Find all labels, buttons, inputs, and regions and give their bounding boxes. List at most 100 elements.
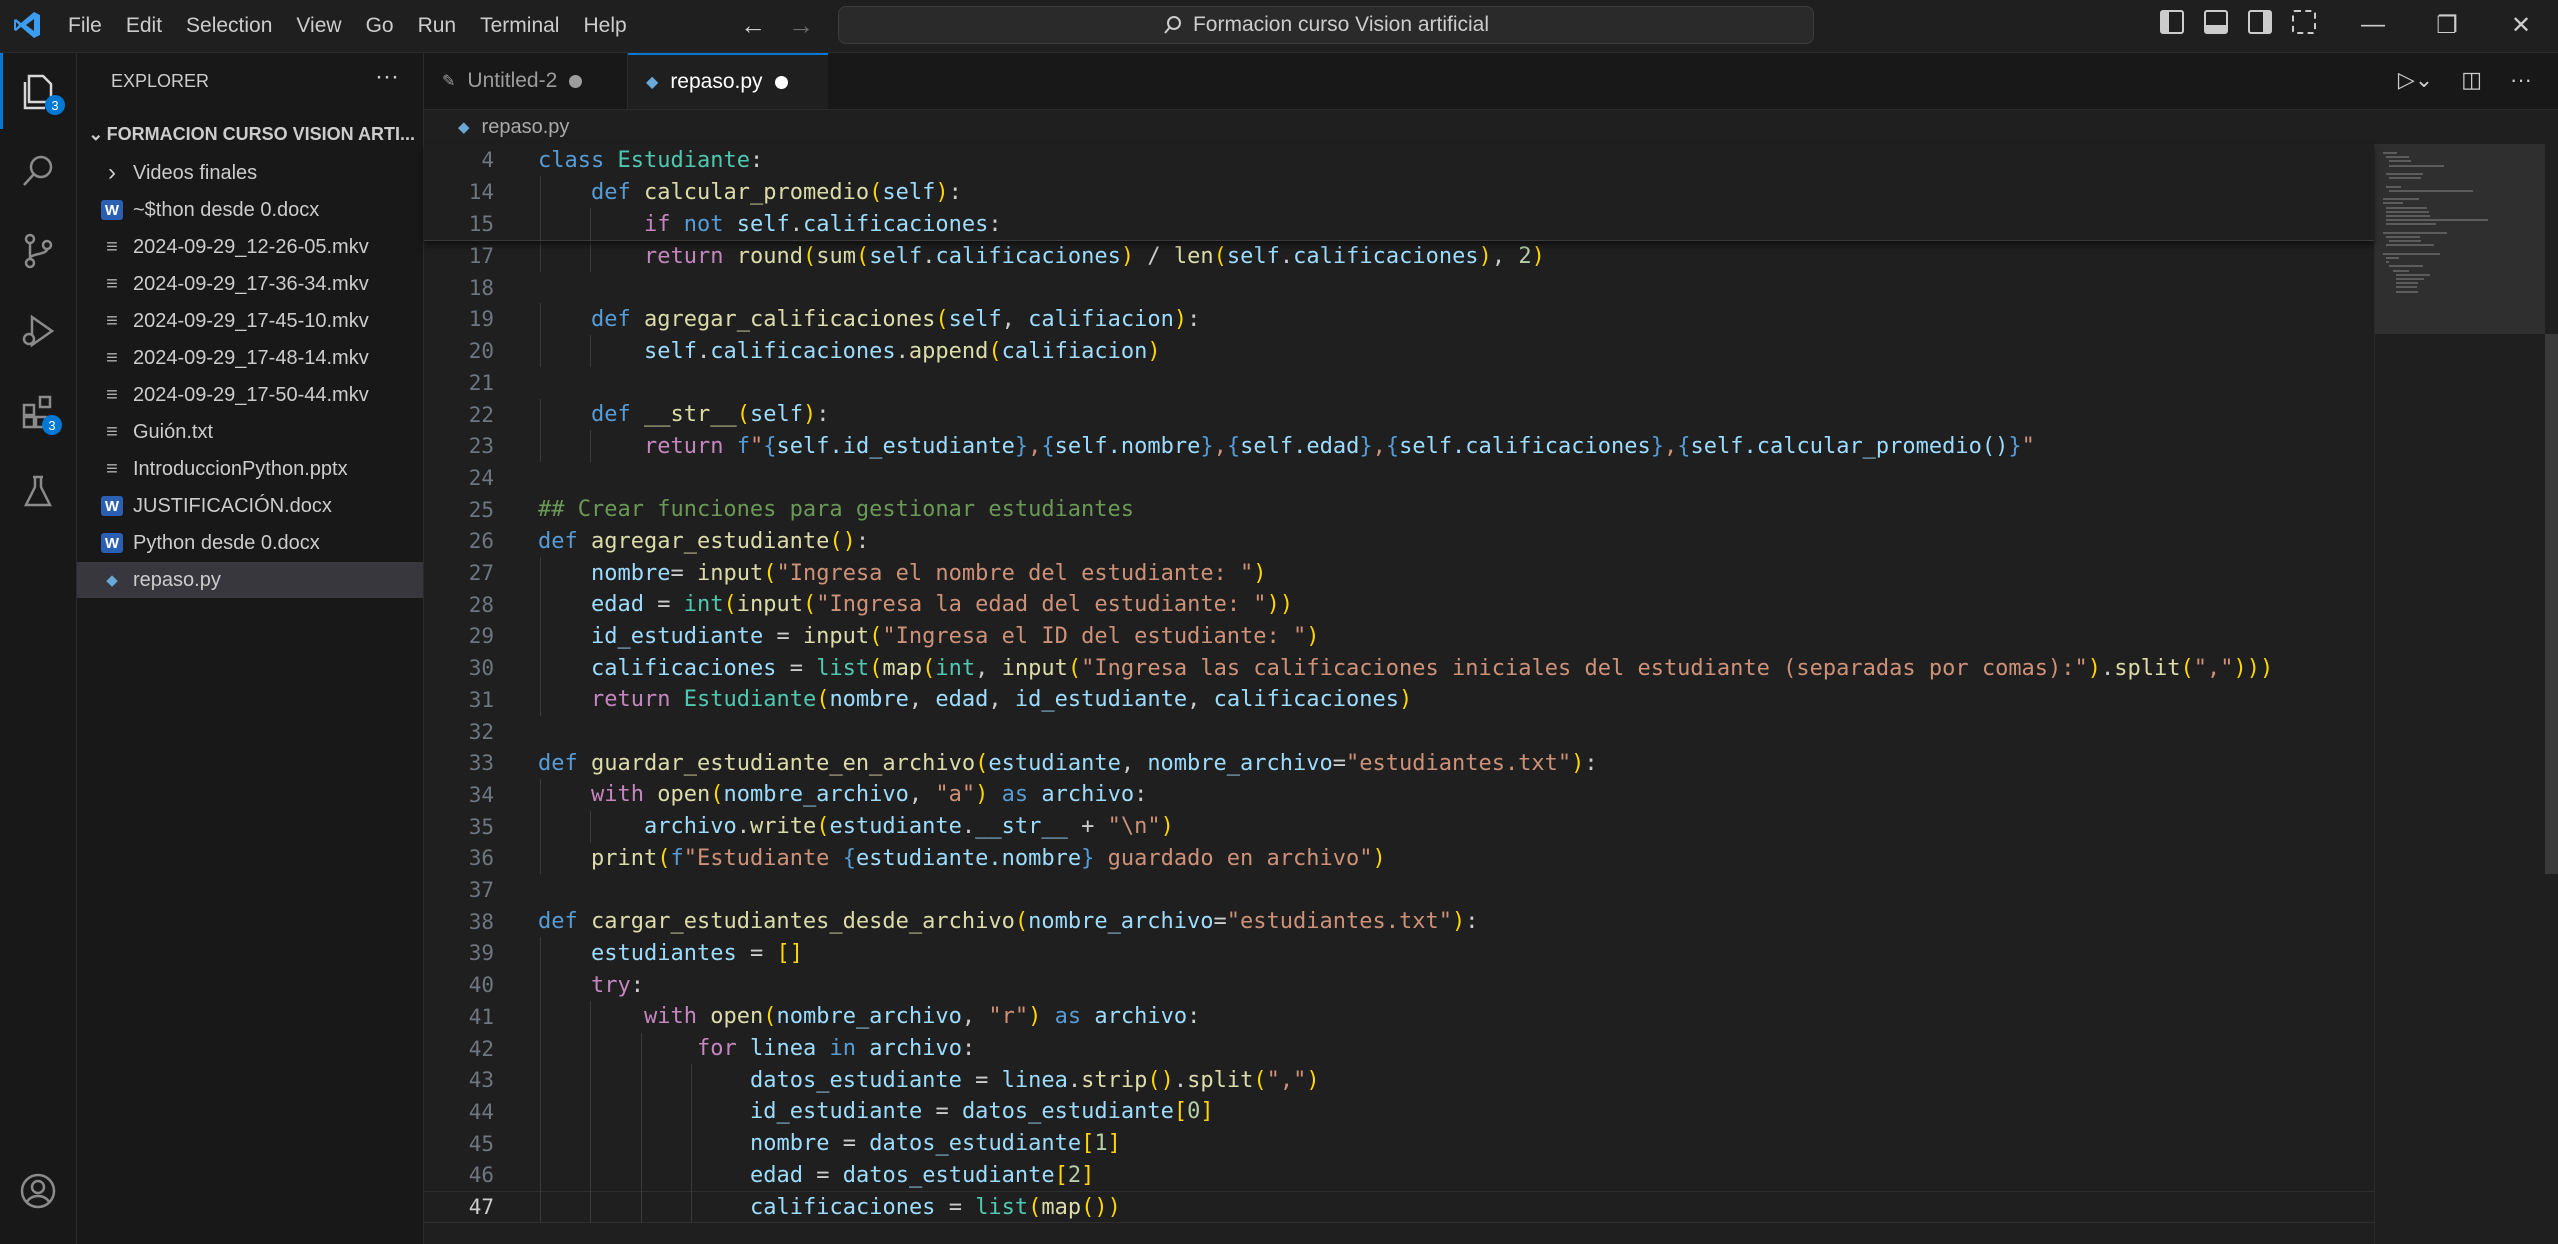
command-center-search[interactable]: Formacion curso Vision artificial — [838, 6, 1814, 44]
menu-edit[interactable]: Edit — [114, 14, 174, 38]
minimap-line — [2383, 252, 2440, 255]
code-text: return round(sum(self.calificaciones) / … — [644, 243, 1545, 269]
code-line[interactable]: 47 calificaciones = list(map()) — [424, 1191, 2374, 1223]
tree-file[interactable]: W JUSTIFICACIÓN.docx — [77, 488, 423, 524]
code-line[interactable]: 19 def agregar_calificaciones(self, cali… — [424, 303, 2374, 335]
code-line[interactable]: 23 return f"{self.id_estudiante},{self.n… — [424, 430, 2374, 462]
code-line[interactable]: 20 self.calificaciones.append(califiacio… — [424, 335, 2374, 367]
back-arrow-icon[interactable]: ← — [740, 10, 766, 41]
run-debug-activity[interactable] — [0, 293, 76, 369]
menu-view[interactable]: View — [284, 14, 353, 38]
tree-file[interactable]: ≡ 2024-09-29_17-45-10.mkv — [77, 303, 423, 339]
tree-folder[interactable]: › Videos finales — [77, 155, 423, 191]
code-text: calificaciones = list(map(int, input("In… — [591, 655, 2274, 681]
minimize-icon[interactable]: — — [2336, 0, 2410, 50]
code-line[interactable]: 15 if not self.calificaciones: — [424, 208, 2374, 240]
code-line[interactable]: 45 nombre = datos_estudiante[1] — [424, 1128, 2374, 1160]
unsaved-dot-icon[interactable] — [774, 75, 788, 89]
code-line[interactable]: 43 datos_estudiante = linea.strip().spli… — [424, 1064, 2374, 1096]
more-actions-icon[interactable]: ··· — [375, 63, 399, 91]
tree-file[interactable]: W ~$thon desde 0.docx — [77, 192, 423, 228]
code-line[interactable]: 21 — [424, 367, 2374, 399]
forward-arrow-icon[interactable]: → — [788, 10, 814, 41]
breadcrumb-file[interactable]: repaso.py — [482, 116, 570, 139]
tree-file[interactable]: ≡ 2024-09-29_12-26-05.mkv — [77, 229, 423, 265]
code-line[interactable]: 33 def guardar_estudiante_en_archivo(estu… — [424, 747, 2374, 779]
source-control-activity[interactable] — [0, 213, 76, 289]
tree-file[interactable]: W Python desde 0.docx — [77, 525, 423, 561]
indent-guide — [590, 1127, 592, 1160]
code-line[interactable]: 39 estudiantes = [] — [424, 937, 2374, 969]
tree-file[interactable]: ≡ 2024-09-29_17-36-34.mkv — [77, 266, 423, 302]
tree-file[interactable]: ≡ 2024-09-29_17-48-14.mkv — [77, 340, 423, 376]
unsaved-dot-icon[interactable] — [569, 74, 583, 88]
code-line[interactable]: 25 ## Crear funciones para gestionar estu… — [424, 494, 2374, 526]
indent-guide — [691, 1159, 693, 1192]
code-line[interactable]: 17 return round(sum(self.calificaciones)… — [424, 240, 2374, 272]
code-text: if not self.calificaciones: — [644, 211, 1002, 237]
menu-terminal[interactable]: Terminal — [468, 14, 571, 38]
explorer-activity[interactable]: 3 — [0, 53, 76, 129]
command-center-text: Formacion curso Vision artificial — [1192, 13, 1490, 36]
code-line[interactable]: 28 edad = int(input("Ingresa la edad del… — [424, 589, 2374, 621]
testing-activity[interactable] — [0, 453, 76, 529]
code-line[interactable]: 34 with open(nombre_archivo, "a") as arc… — [424, 779, 2374, 811]
code-line[interactable]: 42 for linea in archivo: — [424, 1033, 2374, 1065]
code-line[interactable]: 24 — [424, 462, 2374, 494]
tree-file[interactable]: ≡ 2024-09-29_17-50-44.mkv — [77, 377, 423, 413]
run-python-file-icon[interactable]: ▷⌄ — [2398, 67, 2433, 93]
code-line[interactable]: 14 def calcular_promedio(self): — [424, 176, 2374, 208]
menu-file[interactable]: File — [56, 14, 114, 38]
tree-file[interactable]: ◆ repaso.py — [77, 562, 423, 598]
search-activity[interactable] — [0, 133, 76, 209]
code-line[interactable]: 26 def agregar_estudiante(): — [424, 525, 2374, 557]
code-line[interactable]: 32 — [424, 716, 2374, 748]
indent-guide — [590, 1191, 592, 1223]
menu-selection[interactable]: Selection — [174, 14, 284, 38]
vertical-scrollbar[interactable] — [2545, 334, 2558, 874]
file-icon: ≡ — [106, 235, 118, 258]
code-line[interactable]: 30 calificaciones = list(map(int, input(… — [424, 652, 2374, 684]
code-line[interactable]: 36 print(f"Estudiante {estudiante.nombre… — [424, 842, 2374, 874]
line-number: 45 — [468, 1131, 494, 1156]
layout-controls — [2160, 10, 2316, 34]
code-line[interactable]: 38 def cargar_estudiantes_desde_archivo(n… — [424, 906, 2374, 938]
toggle-panel-icon[interactable] — [2204, 10, 2228, 34]
toggle-primary-sidebar-icon[interactable] — [2160, 10, 2184, 34]
code-line[interactable]: 44 id_estudiante = datos_estudiante[0] — [424, 1096, 2374, 1128]
code-line[interactable]: 18 — [424, 272, 2374, 304]
customize-layout-icon[interactable] — [2292, 10, 2316, 34]
code-line[interactable]: 37 — [424, 874, 2374, 906]
tree-file[interactable]: ≡ Guión.txt — [77, 414, 423, 450]
workspace-folder[interactable]: ⌄ FORMACION CURSO VISION ARTI... — [85, 117, 415, 151]
tree-file[interactable]: ≡ IntroduccionPython.pptx — [77, 451, 423, 487]
code-line[interactable]: 40 try: — [424, 969, 2374, 1001]
extensions-activity[interactable]: 3 — [0, 373, 76, 449]
code-line[interactable]: 46 edad = datos_estudiante[2] — [424, 1159, 2374, 1191]
restore-icon[interactable]: ❐ — [2410, 0, 2484, 50]
sticky-scroll[interactable]: 4 class Estudiante: 14 def calcular_promed… — [424, 144, 2374, 241]
tab-repaso-py[interactable]: ◆ repaso.py — [628, 53, 828, 109]
code-text: return Estudiante(nombre, edad, id_estud… — [591, 687, 1413, 713]
code-line[interactable]: 4 class Estudiante: — [424, 144, 2374, 176]
tree-item-label: repaso.py — [133, 568, 221, 591]
close-icon[interactable]: ✕ — [2484, 0, 2558, 50]
accounts-activity[interactable] — [0, 1153, 76, 1229]
line-number: 39 — [468, 941, 494, 966]
tab-untitled-2[interactable]: ✎ Untitled-2 — [424, 53, 628, 109]
code-line[interactable]: 31 return Estudiante(nombre, edad, id_es… — [424, 684, 2374, 716]
code-line[interactable]: 27 nombre= input("Ingresa el nombre del … — [424, 557, 2374, 589]
menu-go[interactable]: Go — [354, 14, 406, 38]
code-line[interactable]: 22 def __str__(self): — [424, 399, 2374, 431]
more-actions-icon[interactable]: ··· — [2510, 67, 2532, 93]
toggle-secondary-sidebar-icon[interactable] — [2248, 10, 2272, 34]
minimap[interactable] — [2374, 144, 2558, 1244]
search-icon — [23, 155, 53, 186]
menu-run[interactable]: Run — [406, 14, 469, 38]
code-line[interactable]: 29 id_estudiante = input("Ingresa el ID … — [424, 620, 2374, 652]
code-line[interactable]: 41 with open(nombre_archivo, "r") as arc… — [424, 1001, 2374, 1033]
menu-help[interactable]: Help — [571, 14, 638, 38]
split-editor-icon[interactable]: ◫ — [2461, 67, 2482, 93]
code-editor[interactable]: 4 class Estudiante: 14 def calcular_promed… — [424, 144, 2374, 1244]
code-line[interactable]: 35 archivo.write(estudiante.__str__ + "\… — [424, 811, 2374, 843]
